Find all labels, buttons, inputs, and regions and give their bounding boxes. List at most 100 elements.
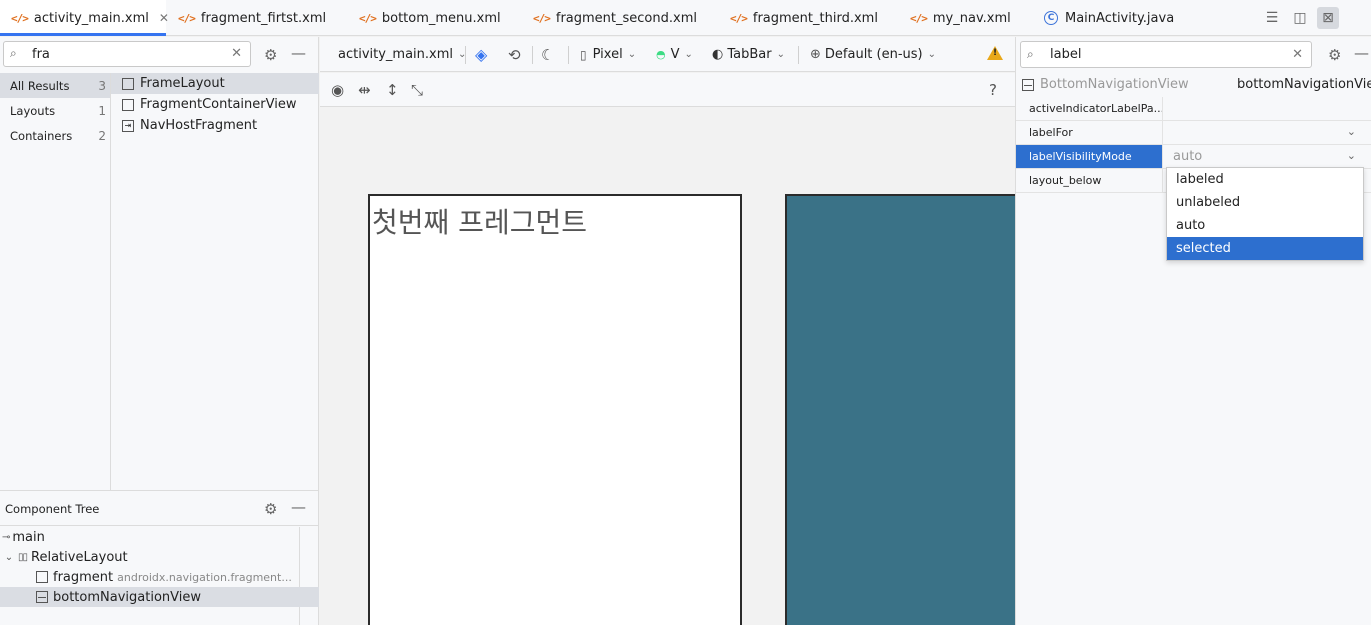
option-labeled[interactable]: labeled xyxy=(1167,168,1363,191)
category-containers[interactable]: Containers 2 xyxy=(0,123,110,148)
tab-fragment-firtst[interactable]: </> fragment_firtst.xml xyxy=(178,0,326,36)
attribute-search-field[interactable]: ⌕ label ✕ xyxy=(1020,41,1312,68)
palette-results: FrameLayout FragmentContainerView ⇥ NavH… xyxy=(111,73,319,136)
blueprint-surface[interactable] xyxy=(785,194,1015,625)
toolbar-divider xyxy=(568,46,569,64)
chevron-down-icon[interactable]: ⌄ xyxy=(2,552,16,563)
chevron-down-icon: ⌄ xyxy=(776,49,785,60)
minimize-icon[interactable]: — xyxy=(291,498,306,516)
theme-selector[interactable]: ◐ TabBar ⌄ xyxy=(712,37,785,72)
palette-item-label: FragmentContainerView xyxy=(140,97,297,112)
close-icon[interactable]: ✕ xyxy=(159,11,169,25)
file-selector[interactable]: activity_main.xml ⌄ xyxy=(338,37,466,72)
attr-value[interactable]: auto ⌄ xyxy=(1163,145,1371,168)
component-id[interactable]: bottomNavigationView xyxy=(1237,77,1371,92)
category-label: Containers xyxy=(10,128,73,143)
attr-row-activeindicatorlabelpadding[interactable]: activeIndicatorLabelPa... xyxy=(1016,97,1371,121)
attr-row-labelvisibilitymode[interactable]: labelVisibilityMode auto ⌄ xyxy=(1016,145,1371,169)
component-tree-header: Component Tree ⚙ — xyxy=(0,491,318,526)
split-view-icon[interactable]: ◫ xyxy=(1289,7,1311,29)
tree-row-main[interactable]: ⊸ main xyxy=(0,527,319,547)
attr-row-labelfor[interactable]: labelFor ⌄ xyxy=(1016,121,1371,145)
fragment-icon xyxy=(36,571,48,583)
help-icon[interactable]: ? xyxy=(989,81,997,99)
category-count: 1 xyxy=(98,103,106,118)
fragment-container-icon xyxy=(122,98,134,111)
theme-label: TabBar xyxy=(727,47,772,62)
device-selector[interactable]: ▯ Pixel ⌄ xyxy=(580,37,636,72)
chevron-down-icon[interactable]: ⌄ xyxy=(1347,149,1356,162)
xml-file-icon: </> xyxy=(730,11,748,25)
clear-icon[interactable]: ✕ xyxy=(1292,47,1303,62)
xml-file-icon: </> xyxy=(359,11,377,25)
palette-item-navhostfragment[interactable]: ⇥ NavHostFragment xyxy=(111,115,319,136)
attr-value[interactable]: ⌄ xyxy=(1163,121,1371,144)
tab-my-nav[interactable]: </> my_nav.xml xyxy=(910,0,1011,36)
locale-selector[interactable]: ⊕ Default (en-us) ⌄ xyxy=(810,37,936,72)
bottom-nav-icon xyxy=(36,591,48,603)
category-count: 2 xyxy=(98,128,106,143)
locale-label: Default (en-us) xyxy=(824,47,923,62)
orientation-icon[interactable]: ⟲ xyxy=(508,37,521,72)
api-selector[interactable]: ◓ V ⌄ xyxy=(656,37,693,72)
xml-file-icon: </> xyxy=(910,11,928,25)
warning-icon[interactable]: ! xyxy=(987,46,1003,60)
tree-row-bottomnavigationview[interactable]: bottomNavigationView xyxy=(0,587,319,607)
category-all-results[interactable]: All Results 3 xyxy=(0,73,110,98)
tab-fragment-second[interactable]: </> fragment_second.xml xyxy=(533,0,697,36)
gear-icon[interactable]: ⚙ xyxy=(264,500,277,518)
android-icon: ◓ xyxy=(656,48,666,61)
file-selector-label: activity_main.xml xyxy=(338,47,454,62)
palette-search-value[interactable]: fra xyxy=(32,47,50,62)
gear-icon[interactable]: ⚙ xyxy=(1328,46,1341,64)
night-mode-icon[interactable]: ☾ xyxy=(541,37,554,72)
selected-component-header: BottomNavigationView bottomNavigationVie… xyxy=(1016,74,1371,97)
chevron-down-icon[interactable]: ⌄ xyxy=(1347,125,1356,138)
gear-icon[interactable]: ⚙ xyxy=(264,46,277,64)
tree-row-label: bottomNavigationView xyxy=(53,589,201,605)
vertical-resize-icon[interactable]: ↕ xyxy=(386,81,399,99)
chevron-down-icon: ⌄ xyxy=(627,49,637,60)
tab-bottom-menu[interactable]: </> bottom_menu.xml xyxy=(359,0,501,36)
margin-icon[interactable]: ⇹ xyxy=(358,81,371,99)
clear-icon[interactable]: ✕ xyxy=(231,46,242,61)
tree-row-fragment[interactable]: fragment androidx.navigation.fragment... xyxy=(0,567,319,587)
tree-row-relativelayout[interactable]: ⌄ ▯▯ RelativeLayout xyxy=(0,547,319,567)
palette-item-framelayout[interactable]: FrameLayout xyxy=(111,73,319,94)
category-count: 3 xyxy=(98,78,106,93)
design-secondary-toolbar: ◉ ⇹ ↕ ⤡ ? xyxy=(320,73,1015,107)
tab-activity-main[interactable]: </> activity_main.xml ✕ xyxy=(0,0,169,36)
attr-value[interactable] xyxy=(1163,97,1371,120)
code-view-icon[interactable]: ☰ xyxy=(1261,7,1283,29)
tab-fragment-third[interactable]: </> fragment_third.xml xyxy=(730,0,878,36)
attr-name: labelVisibilityMode xyxy=(1016,145,1163,168)
xml-file-icon: </> xyxy=(178,11,196,25)
tab-main-activity[interactable]: C MainActivity.java xyxy=(1044,0,1174,36)
xml-file-icon: </> xyxy=(533,11,551,25)
phone-icon: ▯ xyxy=(580,47,587,62)
attr-name: layout_below xyxy=(1016,169,1163,192)
option-auto[interactable]: auto xyxy=(1167,214,1363,237)
magic-constraints-icon[interactable]: ⤡ xyxy=(411,81,423,99)
attr-name: labelFor xyxy=(1016,121,1163,144)
design-surface[interactable]: 첫번째 프레그먼트 xyxy=(368,194,742,625)
layers-icon[interactable]: ◈ xyxy=(475,37,487,72)
bottom-nav-icon xyxy=(1022,79,1034,91)
palette-search-field[interactable]: ⌕ fra ✕ xyxy=(3,41,251,67)
eye-icon[interactable]: ◉ xyxy=(331,81,344,99)
category-label: Layouts xyxy=(10,103,56,118)
option-unlabeled[interactable]: unlabeled xyxy=(1167,191,1363,214)
attribute-search-value[interactable]: label xyxy=(1050,47,1081,62)
design-view-icon[interactable]: ⊠ xyxy=(1317,7,1339,29)
globe-icon: ⊕ xyxy=(810,47,821,62)
relative-layout-icon: ▯▯ xyxy=(18,551,28,563)
attr-value-text: auto xyxy=(1173,149,1203,164)
category-layouts[interactable]: Layouts 1 xyxy=(0,98,110,123)
palette-item-fragmentcontainerview[interactable]: FragmentContainerView xyxy=(111,94,319,115)
toolbar-divider xyxy=(532,46,533,64)
design-canvas[interactable]: 첫번째 프레그먼트 xyxy=(320,108,1015,625)
minimize-icon[interactable]: — xyxy=(1354,44,1369,62)
tab-label: activity_main.xml xyxy=(33,10,149,26)
minimize-icon[interactable]: — xyxy=(291,44,306,62)
option-selected[interactable]: selected xyxy=(1167,237,1363,260)
